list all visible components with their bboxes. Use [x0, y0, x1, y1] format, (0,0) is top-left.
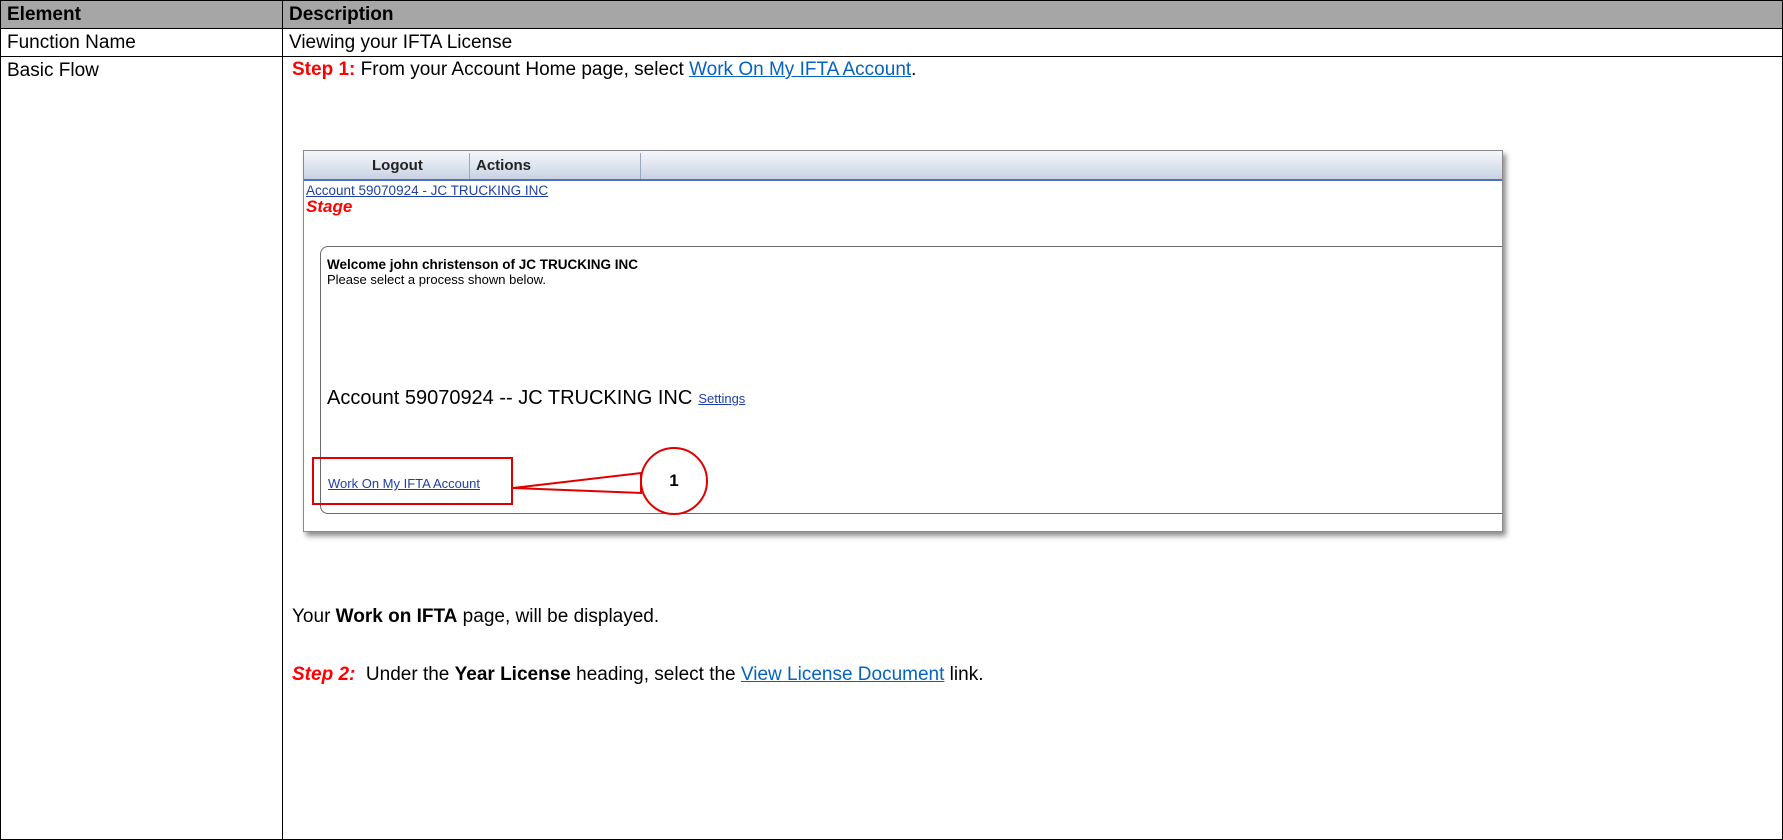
work-on-ifta-bold: Work on IFTA [335, 606, 458, 627]
app-stage-label: Stage [306, 197, 353, 216]
select-process-text: Please select a process shown below. [327, 272, 546, 287]
app-nav-bar: Logout Actions [304, 151, 1502, 181]
highlight-box [312, 457, 513, 505]
step2-text-middle: heading, select the [570, 664, 741, 685]
step2-text-after: link. [944, 664, 984, 685]
work-on-ifta-text-after: page, will be displayed. [457, 606, 660, 627]
header-description: Description [282, 0, 1783, 29]
row-label-function-name: Function Name [0, 28, 283, 57]
step2-bold: Year License [454, 664, 571, 685]
step1-period: . [911, 59, 917, 80]
nav-separator [469, 153, 470, 179]
app-account-link[interactable]: Account 59070924 - JC TRUCKING INC [306, 183, 548, 198]
step1-label: Step 1: [292, 59, 356, 80]
account-heading: Account 59070924 -- JC TRUCKING INC Setti… [327, 387, 745, 410]
work-on-ifta-line: Your Work on IFTA page, will be displaye… [292, 605, 659, 629]
step2-text-before: Under the [355, 664, 455, 685]
account-heading-text: Account 59070924 -- JC TRUCKING INC [327, 387, 693, 409]
row-value-function-name: Viewing your IFTA License [282, 28, 1783, 57]
step2-line: Step 2: Under the Year License heading, … [292, 663, 983, 687]
step1-text: From your Account Home page, select [355, 59, 690, 80]
settings-link[interactable]: Settings [698, 391, 745, 406]
row-label-basic-flow: Basic Flow [0, 56, 283, 840]
callout-badge: 1 [640, 447, 708, 515]
work-on-ifta-text-before: Your [292, 606, 336, 627]
nav-actions[interactable]: Actions [476, 157, 531, 174]
nav-separator [640, 153, 641, 179]
header-element: Element [0, 0, 283, 29]
step1-line: Step 1: From your Account Home page, sel… [292, 58, 916, 82]
step1-link-work-on-ifta[interactable]: Work On My IFTA Account [689, 59, 911, 80]
welcome-text: Welcome john christenson of JC TRUCKING … [327, 257, 639, 272]
step2-label: Step 2: [292, 664, 356, 685]
nav-logout[interactable]: Logout [372, 157, 423, 174]
step2-link-view-license[interactable]: View License Document [741, 664, 944, 685]
